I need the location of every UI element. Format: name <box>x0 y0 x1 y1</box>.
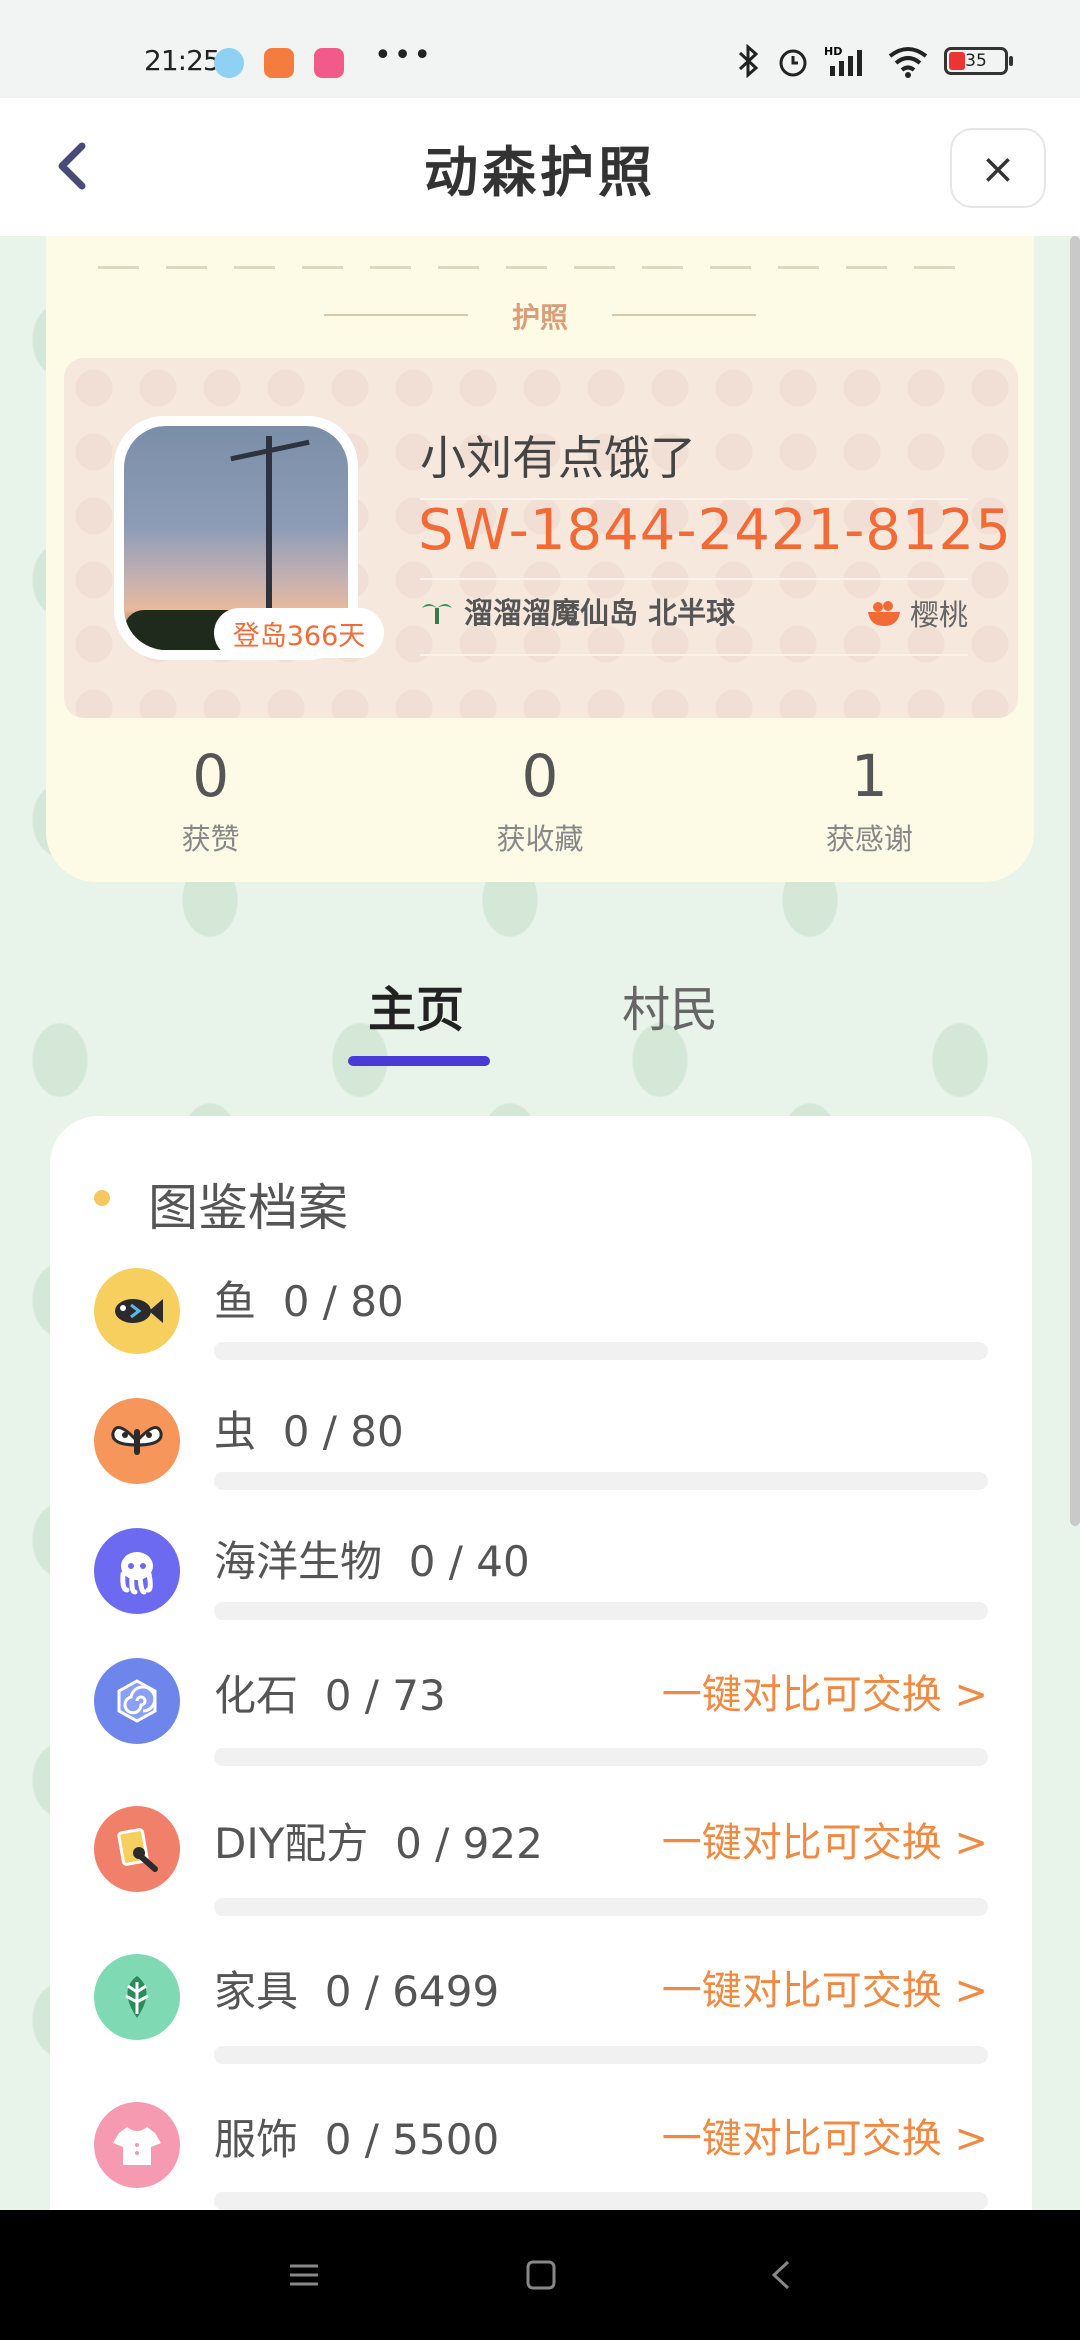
fossil-icon <box>94 1658 180 1744</box>
svg-text:HD: HD <box>824 45 842 58</box>
catalog-name-diy: DIY配方 <box>214 1819 369 1868</box>
close-icon: × <box>980 143 1016 193</box>
passport-label-row: 护照 <box>46 296 1034 336</box>
section-dot <box>94 1190 110 1206</box>
fish-icon <box>94 1268 180 1354</box>
stat-favorites[interactable]: 0 获收藏 <box>375 742 704 858</box>
compare-exchange-link-diy[interactable]: 一键对比可交换 > <box>662 1810 988 1868</box>
progress-bar-furniture <box>214 2046 988 2064</box>
active-tab-indicator <box>348 1056 490 1066</box>
catalog-label-sea-creatures: 海洋生物 0 / 40 <box>214 1528 530 1589</box>
catalog-label-bugs: 虫 0 / 80 <box>214 1398 404 1459</box>
tab-villagers[interactable]: 村民 <box>622 970 718 1040</box>
catalog-title: 图鉴档案 <box>148 1179 348 1237</box>
friend-code[interactable]: SW-1844-2421-8125 <box>418 498 1012 563</box>
system-nav-bar <box>0 2210 1080 2340</box>
compare-exchange-link-fossils[interactable]: 一键对比可交换 > <box>662 1662 988 1720</box>
progress-bar-sea-creatures <box>214 1602 988 1620</box>
menu-icon[interactable] <box>286 2258 322 2292</box>
stat-favorites-value: 0 <box>521 742 559 810</box>
native-fruit: 樱桃 <box>866 592 968 634</box>
catalog-count-furniture: 0 / 6499 <box>324 1967 500 2016</box>
catalog-name-clothing: 服饰 <box>214 2115 299 2164</box>
more-notifications-icon: ••• <box>374 38 434 73</box>
status-bar: 21:25 ••• HD 35 <box>0 0 1080 98</box>
catalog-count-fish: 0 / 80 <box>282 1277 404 1326</box>
stat-thanks[interactable]: 1 获感谢 <box>705 742 1034 858</box>
progress-bar-diy <box>214 1898 988 1916</box>
page-title: 动森护照 <box>424 140 656 204</box>
stat-favorites-label: 获收藏 <box>496 822 584 856</box>
label-line-right <box>612 314 756 316</box>
catalog-count-bugs: 0 / 80 <box>282 1407 404 1456</box>
tab-home[interactable]: 主页 <box>368 970 464 1040</box>
stat-thanks-label: 获感谢 <box>825 822 913 856</box>
signal-icon: HD <box>824 45 862 76</box>
battery-icon: 35 <box>944 47 1013 75</box>
scrollbar[interactable] <box>1070 236 1080 1526</box>
shirt-icon <box>94 2102 180 2188</box>
shopping-app-icon <box>264 48 294 78</box>
catalog-count-sea-creatures: 0 / 40 <box>408 1537 530 1586</box>
video-app-icon <box>314 48 344 78</box>
tab-bar: 主页 村民 <box>0 970 1080 1080</box>
dashed-divider <box>98 266 982 270</box>
catalog-name-furniture: 家具 <box>214 1967 299 2016</box>
catalog-label-furniture: 家具 0 / 6499 <box>214 1958 499 2019</box>
catalog-label-diy: DIY配方 0 / 922 <box>214 1810 543 1871</box>
home-square-icon[interactable] <box>524 2258 558 2292</box>
octopus-icon <box>94 1528 180 1614</box>
chevron-left-icon[interactable] <box>44 136 104 196</box>
battery-level: 35 <box>965 51 987 71</box>
progress-bar-clothing <box>214 2192 988 2210</box>
wifi-icon <box>888 47 928 78</box>
passport-stats: 0 获赞 0 获收藏 1 获感谢 <box>46 742 1034 858</box>
status-icons: HD 35 <box>736 44 1013 78</box>
passport-info-card: 登岛366天 小刘有点饿了 SW-1844-2421-8125 溜溜溜魔仙岛 北… <box>64 358 1018 718</box>
catalog-label-clothing: 服饰 0 / 5500 <box>214 2106 499 2167</box>
passport-card: 护照 登岛366天 小刘有点饿了 SW-1844-2421-8125 溜溜溜魔仙… <box>46 236 1034 882</box>
back-chevron-icon[interactable] <box>766 2258 796 2292</box>
days-on-island-badge: 登岛366天 <box>214 608 384 658</box>
progress-bar-bugs <box>214 1472 988 1490</box>
fruit-bowl-icon <box>867 601 900 626</box>
bug-icon <box>94 1398 180 1484</box>
compare-exchange-link-clothing[interactable]: 一键对比可交换 > <box>662 2106 988 2164</box>
stat-likes[interactable]: 0 获赞 <box>46 742 375 858</box>
catalog-name-bugs: 虫 <box>214 1407 257 1456</box>
catalog-card: 图鉴档案 鱼 0 / 80 虫 0 / 80 海洋生物 0 / 40 化石 0 … <box>50 1116 1032 2210</box>
catalog-name-fish: 鱼 <box>214 1277 257 1326</box>
catalog-count-diy: 0 / 922 <box>395 1819 543 1868</box>
catalog-label-fossils: 化石 0 / 73 <box>214 1662 446 1723</box>
player-name: 小刘有点饿了 <box>420 431 696 485</box>
app-notification-icon <box>214 48 244 78</box>
progress-bar-fish <box>214 1342 988 1360</box>
stat-likes-value: 0 <box>192 742 230 810</box>
fruit-name: 樱桃 <box>909 598 968 632</box>
bluetooth-icon <box>738 44 759 78</box>
catalog-name-sea-creatures: 海洋生物 <box>214 1537 383 1586</box>
catalog-count-fossils: 0 / 73 <box>324 1671 446 1720</box>
status-time: 21:25 <box>144 44 221 77</box>
leaf-icon <box>94 1954 180 2040</box>
progress-bar-fossils <box>214 1748 988 1766</box>
island-name: 溜溜溜魔仙岛 北半球 <box>464 596 736 630</box>
stat-thanks-value: 1 <box>850 742 888 810</box>
close-button[interactable]: × <box>950 128 1046 208</box>
code-divider <box>420 578 968 580</box>
palm-tree-icon <box>422 604 452 624</box>
app-header: 动森护照 × <box>0 98 1080 236</box>
alarm-icon <box>779 49 807 77</box>
diy-recipe-icon <box>94 1806 180 1892</box>
stat-likes-label: 获赞 <box>181 822 240 856</box>
island-info: 溜溜溜魔仙岛 北半球 <box>420 590 735 632</box>
catalog-count-clothing: 0 / 5500 <box>324 2115 500 2164</box>
catalog-label-fish: 鱼 0 / 80 <box>214 1268 404 1329</box>
passport-section-label: 护照 <box>511 301 568 334</box>
island-divider <box>420 654 968 656</box>
catalog-name-fossils: 化石 <box>214 1671 299 1720</box>
compare-exchange-link-furniture[interactable]: 一键对比可交换 > <box>662 1958 988 2016</box>
